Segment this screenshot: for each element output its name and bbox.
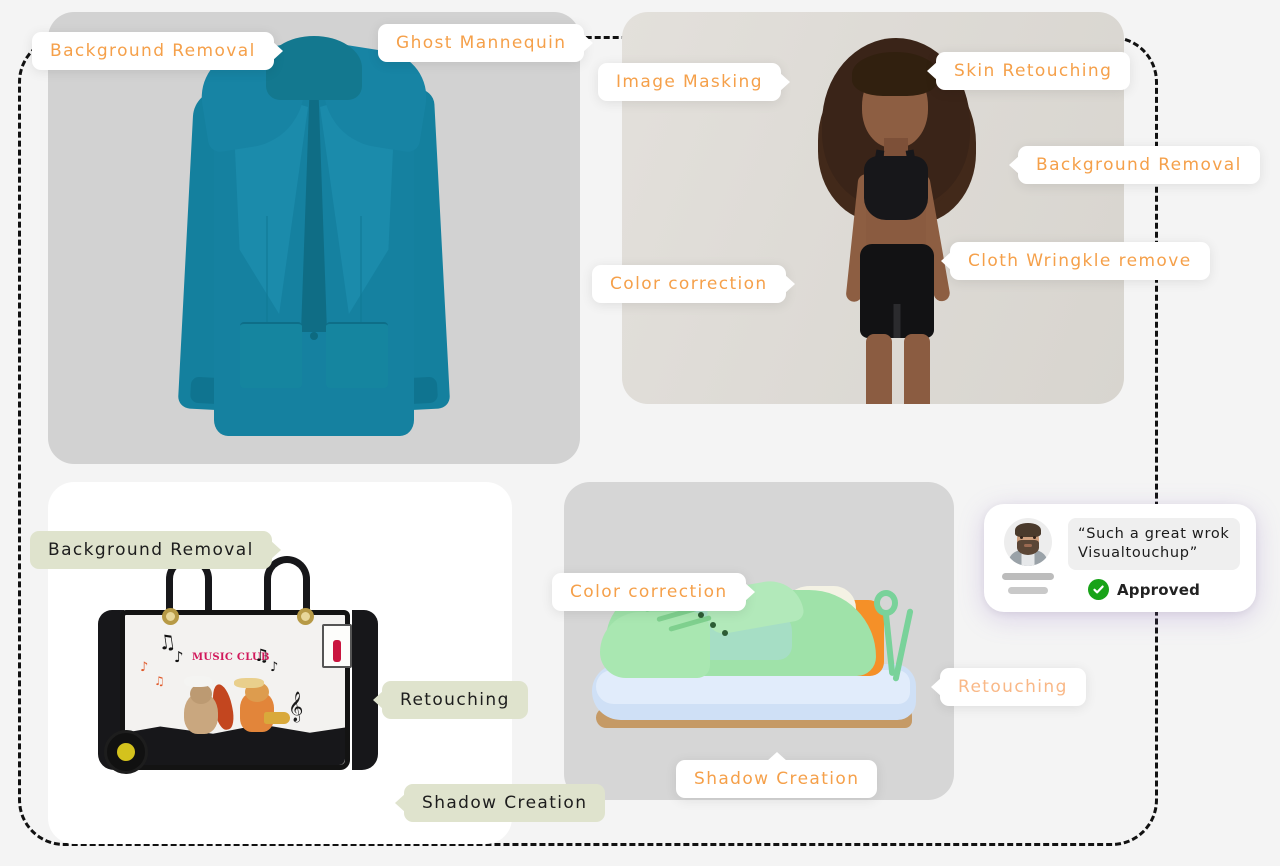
label-ghost-mannequin[interactable]: Ghost Mannequin <box>378 24 585 62</box>
testimonial-card: “Such a great wrok Visualtouchup” Approv… <box>984 504 1256 612</box>
testimonial-quote: “Such a great wrok Visualtouchup” <box>1068 518 1240 571</box>
avatar <box>1004 518 1052 566</box>
treble-clef-icon: 𝄞 <box>288 692 304 722</box>
model-leg-left <box>866 334 892 404</box>
label-color-correction-model[interactable]: Color correction <box>592 265 786 303</box>
model-hair-front <box>852 52 938 96</box>
sneaker-eyelet <box>722 630 728 636</box>
handbag-dog-hat-right <box>234 678 264 688</box>
handbag-bottom-panel <box>125 724 345 765</box>
testimonial-author-block <box>1000 518 1056 598</box>
avatar-mouth <box>1024 544 1032 547</box>
handbag-vinyl-record-art <box>104 730 148 774</box>
handbag-body <box>120 610 350 770</box>
blazer-pocket-right <box>326 322 388 388</box>
avatar-hair <box>1015 523 1041 537</box>
panel-blazer <box>48 12 580 464</box>
label-shadow-creation-handbag[interactable]: Shadow Creation <box>404 784 606 822</box>
handbag-hang-tag <box>322 624 352 668</box>
sneaker-eyelet <box>698 612 704 618</box>
label-retouching-handbag[interactable]: Retouching <box>382 681 528 719</box>
model-sports-bra <box>864 156 928 220</box>
approved-label: Approved <box>1117 580 1201 599</box>
music-note-icon: ♫ <box>154 674 165 688</box>
music-note-icon: ♫ <box>254 646 270 666</box>
music-note-icon: ♪ <box>140 660 149 675</box>
handbag-ring-right <box>297 608 314 625</box>
avatar-eye-left <box>1020 536 1023 539</box>
music-note-icon: ♪ <box>174 648 184 666</box>
approval-status: Approved <box>1068 579 1240 601</box>
model-illustration <box>800 38 990 404</box>
avatar-eye-right <box>1033 536 1036 539</box>
sneaker-eyelet <box>710 622 716 628</box>
label-background-removal-model[interactable]: Background Removal <box>1018 146 1260 184</box>
author-name-placeholder-bar <box>1002 573 1054 580</box>
author-role-placeholder-bar <box>1008 587 1048 594</box>
handbag-dog-hat-left <box>184 676 212 687</box>
handbag-dog-art-left <box>184 684 218 734</box>
blazer-pocket-left <box>240 322 302 388</box>
handbag-trumpet-art <box>264 712 290 724</box>
testimonial-content: “Such a great wrok Visualtouchup” Approv… <box>1068 518 1240 601</box>
panel-sneaker <box>564 482 954 800</box>
avatar-beard <box>1017 540 1039 555</box>
label-color-correction-sneaker[interactable]: Color correction <box>552 573 746 611</box>
handbag-illustration: MUSIC CLUB ♫ ♪ ♫ ♪ 𝄞 ♪ ♫ <box>88 542 388 792</box>
check-circle-icon <box>1088 579 1109 601</box>
label-background-removal-blazer[interactable]: Background Removal <box>32 32 274 70</box>
model-leg-right <box>904 334 930 404</box>
label-cloth-wrinkle-remove[interactable]: Cloth Wringkle remove <box>950 242 1210 280</box>
infographic-canvas: MUSIC CLUB ♫ ♪ ♫ ♪ 𝄞 ♪ ♫ Background Remo… <box>0 0 1280 866</box>
label-image-masking[interactable]: Image Masking <box>598 63 781 101</box>
label-shadow-creation-sneaker[interactable]: Shadow Creation <box>676 760 878 798</box>
blazer-illustration <box>154 36 474 456</box>
label-background-removal-handbag[interactable]: Background Removal <box>30 531 272 569</box>
label-skin-retouching[interactable]: Skin Retouching <box>936 52 1131 90</box>
music-note-icon: ♪ <box>270 660 279 675</box>
label-retouching-sneaker[interactable]: Retouching <box>940 668 1086 706</box>
blazer-button <box>310 332 318 340</box>
model-bike-shorts <box>860 244 934 338</box>
handbag-ring-left <box>162 608 179 625</box>
